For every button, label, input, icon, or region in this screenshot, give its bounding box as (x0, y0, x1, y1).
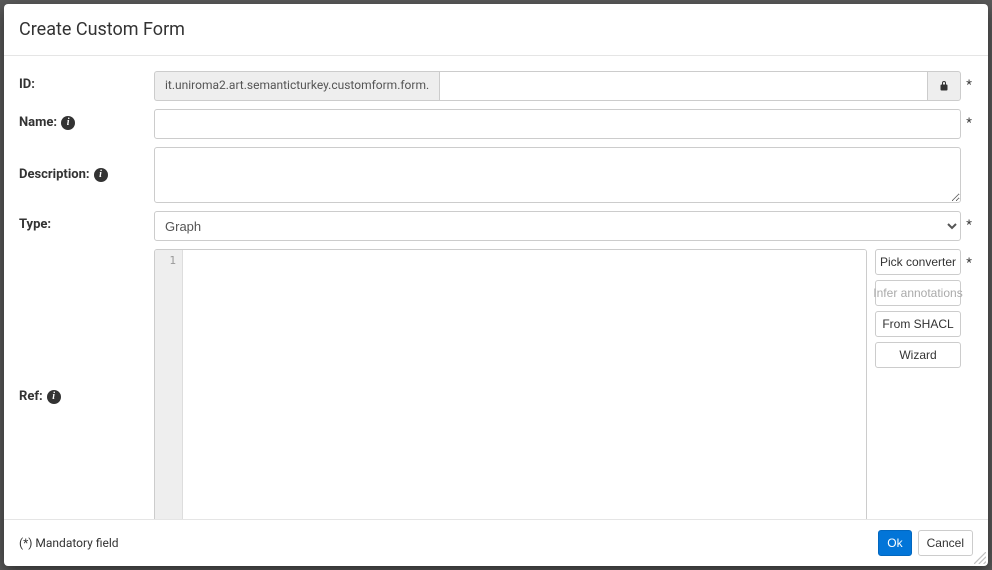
label-description: Description: i (19, 147, 154, 182)
label-type: Type: (19, 211, 154, 232)
create-custom-form-modal: Create Custom Form ID: it.uniroma2.art.s… (4, 4, 988, 566)
label-ref-text: Ref: (19, 389, 43, 404)
label-description-text: Description: (19, 167, 90, 182)
modal-body: ID: it.uniroma2.art.semanticturkey.custo… (4, 56, 988, 519)
label-name-text: Name: (19, 115, 57, 130)
info-icon[interactable]: i (61, 116, 75, 130)
id-prefix: it.uniroma2.art.semanticturkey.customfor… (154, 71, 439, 101)
row-name: Name: i * (19, 109, 973, 139)
row-description: Description: i (19, 147, 973, 203)
editor-gutter: 1 (155, 250, 183, 519)
wizard-button[interactable]: Wizard (875, 342, 961, 368)
id-input[interactable] (439, 71, 927, 101)
ok-button[interactable]: Ok (878, 530, 911, 556)
label-id: ID: (19, 71, 154, 92)
modal-footer: (*) Mandatory field Ok Cancel (4, 519, 988, 566)
editor-content[interactable] (183, 250, 866, 519)
info-icon[interactable]: i (47, 390, 61, 404)
lock-icon (938, 80, 950, 92)
row-type: Type: Graph * (19, 211, 973, 241)
required-id: * (961, 71, 973, 93)
label-ref: Ref: i (19, 249, 154, 404)
row-ref: Ref: i 1 Pick converter Infer annotation… (19, 249, 973, 519)
required-ref: * (961, 249, 973, 271)
modal-header: Create Custom Form (4, 4, 988, 56)
infer-annotations-button: Infer annotations (875, 280, 961, 306)
label-type-text: Type: (19, 217, 51, 232)
row-id: ID: it.uniroma2.art.semanticturkey.custo… (19, 71, 973, 101)
gutter-line-1: 1 (155, 254, 176, 267)
info-icon[interactable]: i (94, 168, 108, 182)
cancel-button[interactable]: Cancel (918, 530, 973, 556)
type-select[interactable]: Graph (154, 211, 961, 241)
modal-title: Create Custom Form (19, 19, 973, 40)
description-textarea[interactable] (154, 147, 961, 203)
ref-side-buttons: Pick converter Infer annotations From SH… (875, 249, 961, 519)
spacer (961, 147, 973, 154)
label-name: Name: i (19, 109, 154, 130)
resize-handle-icon[interactable] (974, 552, 986, 564)
ref-code-editor[interactable]: 1 (154, 249, 867, 519)
from-shacl-button[interactable]: From SHACL (875, 311, 961, 337)
required-name: * (961, 109, 973, 131)
id-input-group: it.uniroma2.art.semanticturkey.customfor… (154, 71, 961, 101)
id-lock-button[interactable] (927, 71, 961, 101)
label-id-text: ID: (19, 77, 35, 92)
name-input[interactable] (154, 109, 961, 139)
required-type: * (961, 211, 973, 233)
mandatory-note: (*) Mandatory field (19, 536, 119, 550)
pick-converter-button[interactable]: Pick converter (875, 249, 961, 275)
